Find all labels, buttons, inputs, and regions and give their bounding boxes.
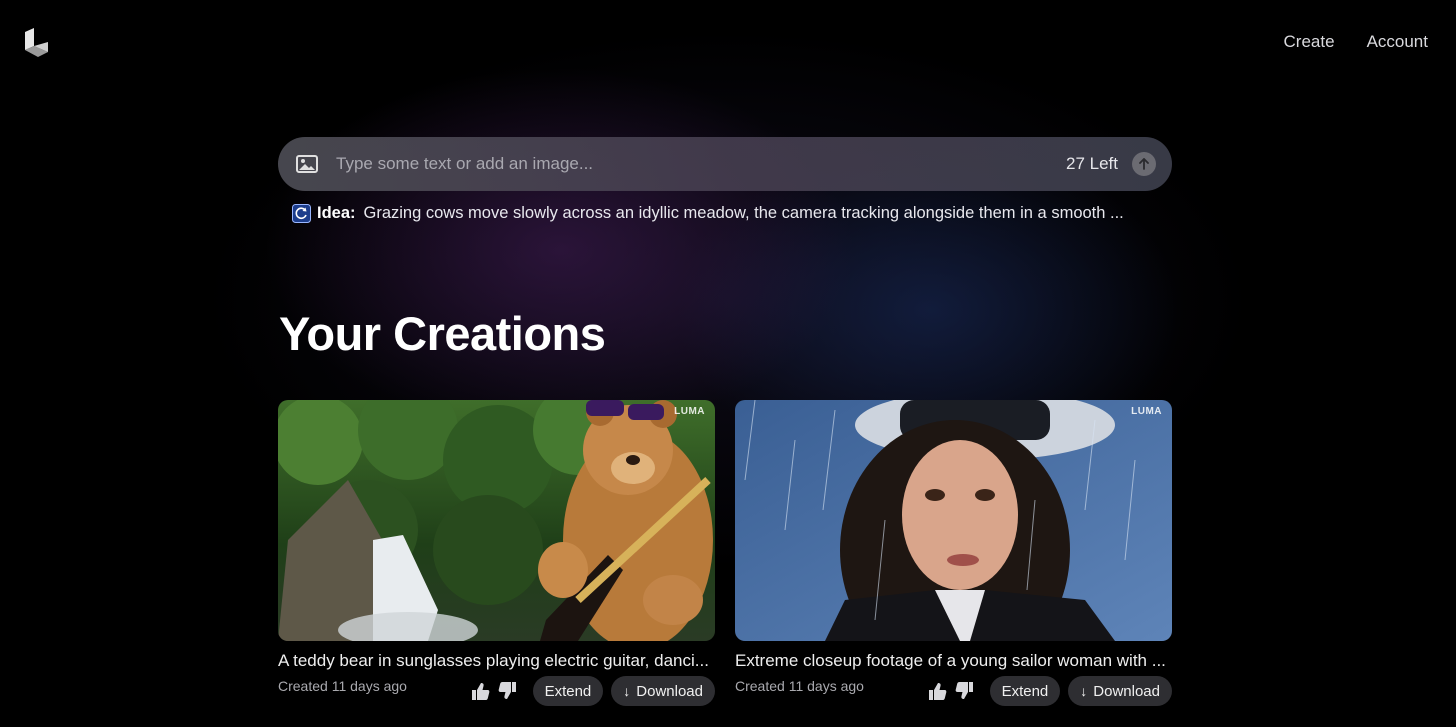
thumbs-down-icon[interactable] [954, 680, 976, 702]
download-button[interactable]: ↓ Download [1068, 676, 1172, 706]
idea-label: Idea: [317, 204, 356, 222]
creation-title: Extreme closeup footage of a young sailo… [735, 651, 1166, 670]
card-footer: Created 11 days ago Extend ↓ Download [735, 675, 1172, 707]
section-title: Your Creations [279, 307, 606, 360]
idea-text: Grazing cows move slowly across an idyll… [363, 204, 1124, 222]
image-icon[interactable] [296, 155, 318, 173]
prompt-input[interactable] [336, 154, 1066, 174]
creation-title: A teddy bear in sunglasses playing elect… [278, 651, 709, 670]
video-thumbnail[interactable]: LUMA [735, 400, 1172, 641]
thumbs-up-icon[interactable] [469, 680, 491, 702]
download-label: Download [636, 682, 703, 700]
extend-label: Extend [1001, 682, 1049, 700]
extend-button[interactable]: Extend [532, 676, 604, 706]
thumbs-up-icon[interactable] [926, 680, 948, 702]
send-button[interactable] [1132, 152, 1156, 176]
download-label: Download [1093, 682, 1160, 700]
nav-create-link[interactable]: Create [1284, 32, 1335, 52]
luma-watermark: LUMA [1131, 406, 1162, 417]
extend-label: Extend [544, 682, 592, 700]
prompt-bar: 27 Left [278, 137, 1172, 191]
created-date: Created 11 days ago [278, 678, 407, 694]
created-date: Created 11 days ago [735, 678, 864, 694]
download-arrow-icon: ↓ [623, 683, 631, 699]
luma-logo-icon[interactable] [22, 28, 50, 58]
creation-card: LUMA Extreme closeup footage of a young … [735, 400, 1172, 707]
luma-watermark: LUMA [674, 406, 705, 417]
card-footer: Created 11 days ago Extend ↓ Download [278, 675, 715, 707]
video-thumbnail[interactable]: LUMA [278, 400, 715, 641]
nav-account-link[interactable]: Account [1367, 32, 1428, 52]
background-glow [0, 0, 1456, 727]
send-arrow-icon [1139, 158, 1149, 170]
thumbs-down-icon[interactable] [497, 680, 519, 702]
idea-refresh-icon[interactable] [292, 204, 311, 223]
extend-button[interactable]: Extend [989, 676, 1061, 706]
download-arrow-icon: ↓ [1080, 683, 1088, 699]
generations-left-count: 27 Left [1066, 154, 1118, 173]
creation-card: LUMA A teddy bear in sunglasses playing … [278, 400, 715, 707]
download-button[interactable]: ↓ Download [611, 676, 715, 706]
top-nav: Create Account [1284, 32, 1428, 52]
teddy-bear-guitar-image [278, 400, 715, 641]
idea-suggestion[interactable]: Idea: Grazing cows move slowly across an… [292, 204, 1124, 223]
sailor-woman-image [735, 400, 1172, 641]
